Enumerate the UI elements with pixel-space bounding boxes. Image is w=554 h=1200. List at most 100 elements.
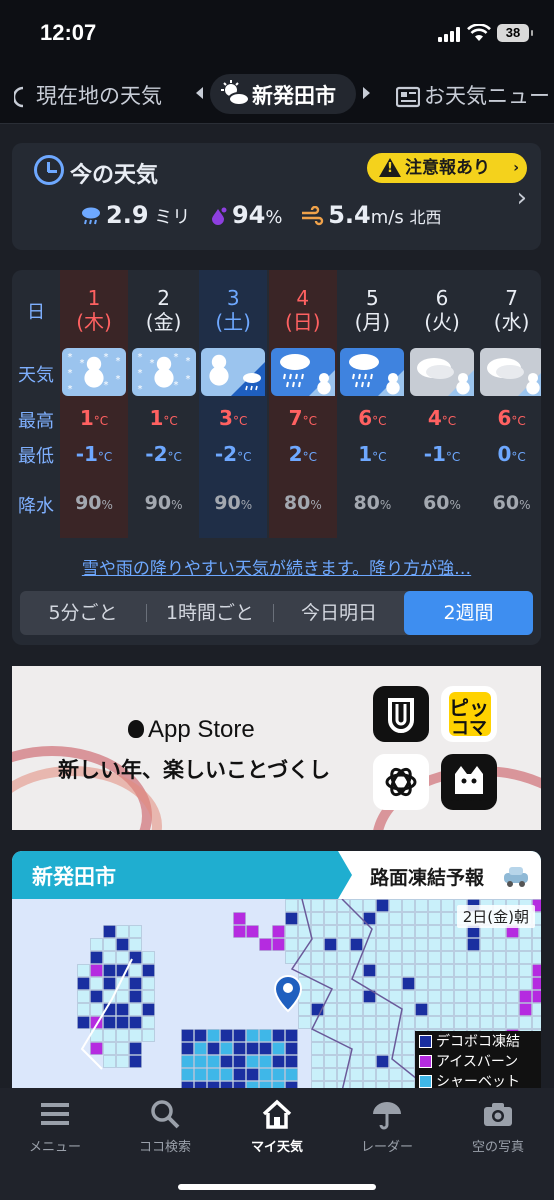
advertisement-banner[interactable]: App Store 新しい年、楽しいことづくし ピッ コマ ABEMA xyxy=(12,666,541,830)
svg-text:*: * xyxy=(137,384,142,395)
segment-today-tomorrow[interactable]: 今日明日 xyxy=(274,591,404,635)
current-weather-card[interactable]: 今の天気 注意報あり › › 2.9 ミリ 94% 5.4m/s 北西 xyxy=(12,143,541,250)
segment-2weeks[interactable]: 2週間 xyxy=(404,591,533,635)
forecast-day-header: 2 (金) xyxy=(130,286,198,334)
nav-search[interactable]: ココ検索 xyxy=(110,1088,220,1158)
forecast-day-header: 5 (月) xyxy=(338,286,406,334)
nav-menu[interactable]: メニュー xyxy=(0,1088,110,1158)
forecast-day-column[interactable]: 5 (月) 6°C 1°C 80% xyxy=(338,270,406,538)
warning-badge[interactable]: 注意報あり › xyxy=(367,153,527,183)
active-location-label: 新発田市 xyxy=(252,84,336,108)
row-label-low: 最低 xyxy=(18,446,54,467)
forecast-day-column[interactable]: 6 (火) 4°C -1°C 60% xyxy=(408,270,476,538)
apple-logo-icon xyxy=(128,720,144,738)
tab-weather-news[interactable]: お天気ニュー xyxy=(396,80,550,110)
precip-chance: 90% xyxy=(144,492,183,514)
low-temp: 0°C xyxy=(497,442,526,466)
precip-value: 2.9 xyxy=(106,201,149,229)
legend-label: デコボコ凍結 xyxy=(436,1034,520,1050)
forecast-day-column[interactable]: 3 (土) 3°C -2°C 90% xyxy=(199,270,268,538)
nav-my-weather[interactable]: マイ天気 xyxy=(222,1088,332,1158)
svg-text:*: * xyxy=(116,374,121,385)
home-indicator xyxy=(178,1184,376,1190)
prev-location-arrow-icon[interactable] xyxy=(196,87,203,99)
forecast-day-column[interactable]: 2 (金) * * * * * * * * 1°C -2°C 90% xyxy=(130,270,198,538)
u-next-icon xyxy=(388,698,414,733)
wind-unit: m/s xyxy=(370,207,404,228)
nav-label: レーダー xyxy=(360,1140,413,1155)
map-legend: デコボコ凍結 アイスバーン シャーベット xyxy=(415,1031,541,1091)
low-temp: -1°C xyxy=(423,442,461,466)
weather-snow-icon: * * * * * * * * xyxy=(131,348,196,396)
day-of-week: (金) xyxy=(145,310,182,334)
low-temp: -2°C xyxy=(145,442,182,466)
road-icing-card[interactable]: 新発田市 路面凍結予報 2日(金)朝 デコボコ凍結 アイスバーン シャーベット xyxy=(12,851,541,1091)
forecast-day-column[interactable]: 7 (水) 6°C 0°C 60% xyxy=(478,270,541,538)
location-tab-bar: 現在地の天気 新発田市 お天気ニュー xyxy=(0,66,554,124)
forecast-day-column[interactable]: 1 (木) * * * * * * * * 1°C -1°C 90% xyxy=(60,270,128,538)
forecast-table[interactable]: 日 天気 最高 最低 降水 1 (木) * * * * * * * * 1°C -1°C 90% 2 (金)… xyxy=(12,270,541,538)
day-date: 7 xyxy=(505,286,518,310)
legend-row: アイスバーン xyxy=(419,1051,518,1071)
weather-cloud-snow-icon xyxy=(410,348,474,396)
ad-store-label: App Store xyxy=(148,716,255,743)
weather-rain-snow-icon xyxy=(340,348,405,396)
search-icon xyxy=(151,1100,180,1129)
day-of-week: (土) xyxy=(215,310,251,334)
status-time: 12:07 xyxy=(40,20,97,45)
next-location-arrow-icon[interactable] xyxy=(363,87,370,99)
segment-1hour[interactable]: 1時間ごと xyxy=(147,591,273,635)
tab-current-location[interactable]: 現在地の天気 xyxy=(14,80,162,110)
svg-text:*: * xyxy=(173,380,178,391)
svg-text:*: * xyxy=(80,358,85,369)
high-temp: 6°C xyxy=(497,406,526,430)
legend-row: デコボコ凍結 xyxy=(419,1031,520,1051)
ad-store-name: App Store xyxy=(128,716,255,744)
current-weather-title: 今の天気 xyxy=(70,163,159,188)
current-stats: 2.9 ミリ 94% 5.4m/s 北西 xyxy=(80,201,441,229)
svg-text:*: * xyxy=(104,380,109,391)
day-date: 3 xyxy=(226,286,240,310)
home-icon xyxy=(262,1099,292,1129)
nav-sky-photo[interactable]: 空の写真 xyxy=(443,1088,553,1158)
svg-text:*: * xyxy=(68,368,73,379)
high-temp: 3°C xyxy=(219,406,248,430)
road-card-title: 路面凍結予報 xyxy=(370,867,485,889)
ad-copy: 新しい年、楽しいことづくし xyxy=(58,758,331,782)
row-label-high: 最高 xyxy=(18,411,54,432)
day-date: 2 xyxy=(157,286,170,310)
humidity-unit: % xyxy=(265,207,283,228)
warning-icon xyxy=(379,158,401,177)
day-of-week: (日) xyxy=(284,310,321,334)
precip-chance: 90% xyxy=(214,492,253,514)
map-pin-icon xyxy=(273,975,303,1013)
svg-text:*: * xyxy=(149,358,154,369)
nav-radar[interactable]: レーダー xyxy=(332,1088,442,1158)
segment-5min[interactable]: 5分ごと xyxy=(20,591,146,635)
forecast-day-column[interactable]: 4 (日) 7°C 2°C 80% xyxy=(268,270,337,538)
forecast-note-link[interactable]: 雪や雨の降りやすい天気が続きます。降り方が強… xyxy=(12,554,541,579)
chevron-right-icon[interactable]: › xyxy=(517,183,527,213)
day-of-week: (火) xyxy=(424,310,460,334)
forecast-range-segment: 5分ごと 1時間ごと 今日明日 2週間 xyxy=(20,591,533,635)
row-label-day: 日 xyxy=(27,302,45,323)
partly-cloudy-icon xyxy=(221,80,250,106)
weather-cloud-snow-icon xyxy=(479,348,541,396)
forecast-day-header: 4 (日) xyxy=(269,286,337,334)
forecast-day-header: 7 (水) xyxy=(478,286,541,334)
app-tile-u-next xyxy=(373,686,429,742)
legend-swatch xyxy=(419,1055,432,1068)
svg-text:*: * xyxy=(137,352,142,363)
day-of-week: (月) xyxy=(354,310,391,334)
clock-icon xyxy=(34,155,64,185)
openai-icon xyxy=(385,767,417,797)
day-of-week: (水) xyxy=(493,310,530,334)
forecast-day-header: 1 (木) xyxy=(60,286,128,334)
nav-label: 空の写真 xyxy=(471,1140,524,1155)
low-temp: -1°C xyxy=(75,442,113,466)
day-of-week: (木) xyxy=(76,310,112,334)
legend-label: アイスバーン xyxy=(436,1054,519,1070)
weather-snow-icon: * * * * * * * * xyxy=(62,348,126,396)
low-temp: -2°C xyxy=(214,442,252,466)
svg-text:*: * xyxy=(173,352,178,363)
